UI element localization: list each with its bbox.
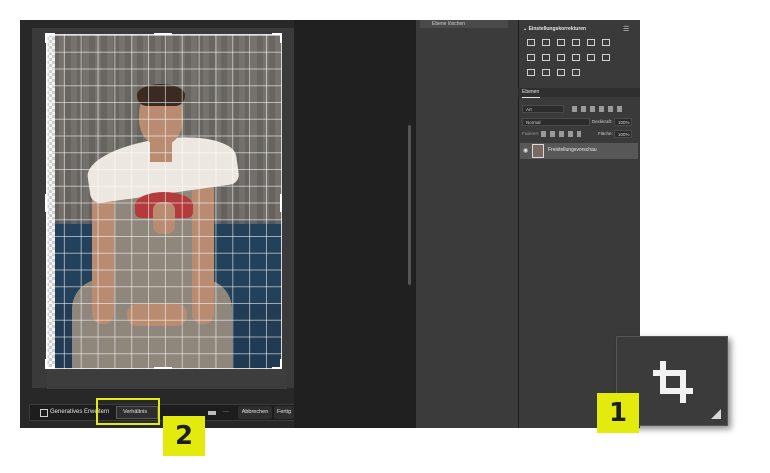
- invert-icon[interactable]: [602, 54, 610, 61]
- document-canvas[interactable]: [32, 28, 294, 389]
- tool-flyout-triangle-icon: [711, 409, 721, 419]
- crop-extension-area: [47, 369, 287, 389]
- crop-icon: [653, 361, 693, 403]
- crop-handle-top-center[interactable]: [154, 33, 172, 35]
- panel-menu-icon[interactable]: ☰: [623, 25, 629, 33]
- crop-overlay-grid[interactable]: [46, 34, 282, 369]
- app-window: Generatives Erweitern Verhältnis ··· Abb…: [20, 20, 640, 428]
- crop-handle-right-center[interactable]: [280, 194, 282, 212]
- canvas-scrollbar[interactable]: [408, 125, 411, 285]
- blend-mode-select[interactable]: Normal: [522, 118, 590, 126]
- done-button[interactable]: Fertig: [274, 406, 294, 419]
- selective-color-icon[interactable]: [557, 69, 565, 76]
- callout-number-2: 2: [163, 416, 205, 456]
- history-item[interactable]: Ebene löschen: [420, 20, 508, 28]
- crop-handle-top-left[interactable]: [45, 33, 47, 43]
- opacity-label: Deckkraft:: [592, 119, 613, 124]
- color-balance-icon[interactable]: [527, 54, 535, 61]
- brightness-icon[interactable]: [527, 39, 535, 46]
- layer-filter-icons[interactable]: [572, 106, 624, 112]
- curves-icon[interactable]: [557, 39, 565, 46]
- callout-number-1: 1: [597, 393, 639, 433]
- crop-handle-bottom-left[interactable]: [45, 359, 47, 369]
- levels-icon[interactable]: [542, 39, 550, 46]
- threshold-icon[interactable]: [542, 69, 550, 76]
- ratio-highlight-box: [96, 398, 160, 425]
- layer-filter-search[interactable]: Art: [522, 105, 564, 113]
- generative-expand-icon: [40, 409, 48, 417]
- channel-mixer-icon[interactable]: [572, 54, 580, 61]
- gradient-map-icon[interactable]: [572, 69, 580, 76]
- layer-name[interactable]: Freistellungsvorschau: [548, 147, 597, 153]
- exposure-icon[interactable]: [572, 39, 580, 46]
- hue-saturation-icon[interactable]: [602, 39, 610, 46]
- ratio-swap-icon[interactable]: [208, 411, 216, 415]
- fill-label: Fläche:: [598, 131, 613, 136]
- fill-field[interactable]: 100%: [614, 130, 632, 138]
- photo-filter-icon[interactable]: [557, 54, 565, 61]
- posterize-icon[interactable]: [527, 69, 535, 76]
- history-panel: [415, 20, 518, 428]
- crop-handle-bottom-right[interactable]: [280, 359, 282, 369]
- pasteboard: [294, 20, 415, 428]
- adjustments-panel-title[interactable]: ⌄ Einstellungskorrekturen: [523, 26, 586, 32]
- black-white-icon[interactable]: [542, 54, 550, 61]
- vibrance-icon[interactable]: [587, 39, 595, 46]
- adjustments-icon-grid: [527, 39, 617, 84]
- lock-icons[interactable]: [541, 131, 581, 137]
- eye-icon[interactable]: ◉: [523, 147, 528, 154]
- crop-handle-left-center[interactable]: [45, 194, 47, 212]
- adjustments-title-text: Einstellungskorrekturen: [528, 26, 587, 32]
- color-lookup-icon[interactable]: [587, 54, 595, 61]
- lock-label: Fixieren:: [522, 131, 540, 136]
- cancel-button[interactable]: Abbrechen: [238, 406, 272, 419]
- opacity-field[interactable]: 100%: [614, 118, 632, 126]
- more-options-button[interactable]: ···: [223, 404, 229, 421]
- crop-handle-bottom-center[interactable]: [154, 367, 172, 369]
- crop-handle-top-right[interactable]: [280, 33, 282, 43]
- tab-layers[interactable]: Ebenen: [522, 88, 540, 98]
- layer-thumbnail: [532, 144, 544, 158]
